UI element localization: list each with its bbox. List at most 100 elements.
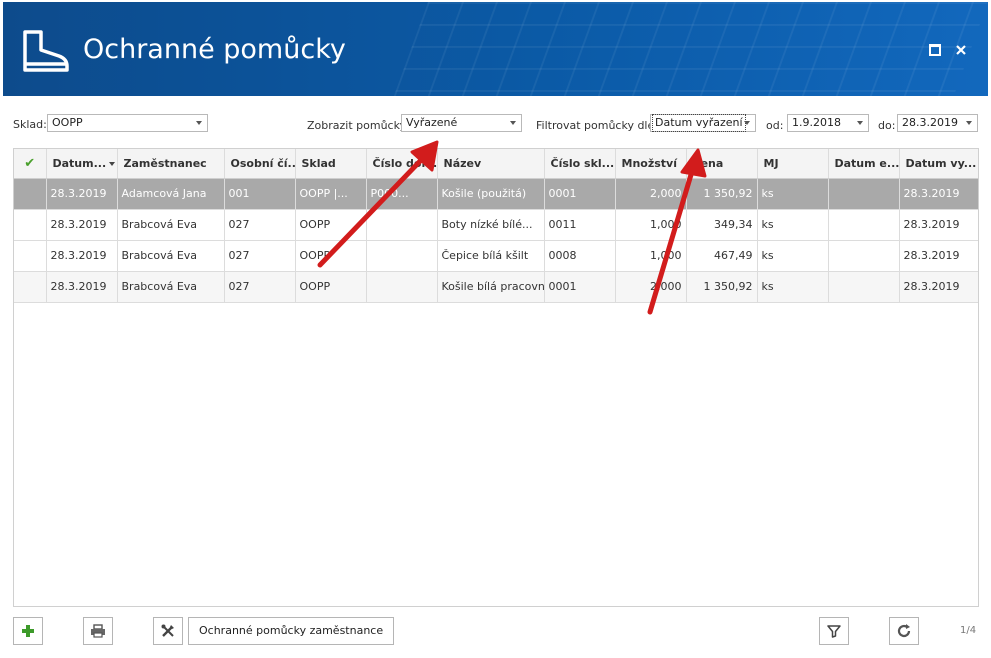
table-cell[interactable]: 1 350,92 [686,178,758,210]
table-row[interactable]: 28.3.2019 Adamcová Jana 001 OOPP |... P0… [14,178,978,210]
table-cell[interactable] [14,240,47,272]
table-cell[interactable]: Čepice bílá kšilt [437,240,545,272]
table-cell[interactable]: 027 [224,271,296,303]
table-cell[interactable]: 1,000 [615,209,687,241]
table-row[interactable]: 28.3.2019 Brabcová Eva 027 OOPP Čepice b… [14,240,978,272]
chevron-down-icon [510,121,516,125]
table-cell[interactable]: 28.3.2019 [46,240,118,272]
sklad-select[interactable]: OOPP [47,114,208,132]
print-button[interactable] [83,617,113,645]
table-cell[interactable]: 027 [224,209,296,241]
refresh-button[interactable] [889,617,919,645]
zobrazit-select[interactable]: Vyřazené [401,114,522,132]
table-cell[interactable]: OOPP [295,271,367,303]
table-cell[interactable]: OOPP [295,209,367,241]
col-cena[interactable]: Cena [686,149,758,179]
table-cell[interactable]: 0001 [544,271,616,303]
table-cell[interactable]: 001 [224,178,296,210]
table-cell[interactable]: OOPP |... [295,178,367,210]
col-osobni-cislo[interactable]: Osobní čí... [224,149,296,179]
table-cell[interactable]: 027 [224,240,296,272]
table-cell[interactable]: 28.3.2019 [899,271,978,303]
filtrovat-value: Datum vyřazení [652,114,746,132]
table-cell[interactable] [366,271,438,303]
table-cell[interactable]: ks [757,271,829,303]
table-row[interactable]: 28.3.2019 Brabcová Eva 027 OOPP Boty níz… [14,209,978,241]
col-check[interactable]: ✔ [14,149,47,179]
table-cell[interactable]: 28.3.2019 [899,240,978,272]
col-zamestnanec[interactable]: Zaměstnanec [117,149,225,179]
table-cell[interactable]: 28.3.2019 [899,178,978,210]
printer-icon [91,624,105,638]
table-cell[interactable] [828,178,900,210]
table-cell[interactable] [14,178,47,210]
table-cell[interactable]: 0011 [544,209,616,241]
table-cell[interactable]: 28.3.2019 [46,271,118,303]
table-cell[interactable]: ks [757,209,829,241]
col-cislo-skladove[interactable]: Číslo skl... [544,149,616,179]
chevron-down-icon [196,121,202,125]
table-cell[interactable]: 2,000 [615,178,687,210]
close-icon [956,45,966,55]
col-datum-evidence[interactable]: Datum e... [828,149,900,179]
table-cell[interactable] [828,240,900,272]
table-cell[interactable]: 1,000 [615,240,687,272]
table-cell[interactable]: Brabcová Eva [117,209,225,241]
table-cell[interactable]: 1 350,92 [686,271,758,303]
pomucky-grid[interactable]: ✔ Datum... Zaměstnanec Osobní čí... Skla… [13,148,979,607]
col-datum[interactable]: Datum... [46,149,118,179]
add-button[interactable] [13,617,43,645]
table-cell[interactable]: Boty nízké bílé... [437,209,545,241]
table-cell[interactable] [366,240,438,272]
table-cell[interactable]: Košile (použitá) [437,178,545,210]
table-cell[interactable]: 467,49 [686,240,758,272]
table-cell[interactable]: ks [757,178,829,210]
table-cell[interactable] [828,209,900,241]
do-value: 28.3.2019 [902,116,958,129]
table-cell[interactable]: 0008 [544,240,616,272]
zobrazit-label: Zobrazit pomůcky: [307,119,409,132]
table-cell[interactable]: P000... [366,178,438,210]
table-cell[interactable]: 28.3.2019 [899,209,978,241]
col-sklad[interactable]: Sklad [295,149,367,179]
check-icon: ✔ [24,155,36,171]
do-date-picker[interactable]: 28.3.2019 [897,114,978,132]
table-cell[interactable] [828,271,900,303]
filter-button[interactable] [819,617,849,645]
table-cell[interactable]: Košile bílá pracovní [437,271,545,303]
pager-indicator: 1/4 [960,625,977,636]
table-cell[interactable] [14,271,47,303]
tools-button[interactable] [153,617,183,645]
table-cell[interactable]: 0001 [544,178,616,210]
table-row[interactable]: 28.3.2019 Brabcová Eva 027 OOPP Košile b… [14,271,978,303]
filtrovat-select[interactable]: Datum vyřazení [650,114,756,132]
col-mj[interactable]: MJ [757,149,829,179]
table-cell[interactable]: OOPP [295,240,367,272]
col-cislo-dokladu[interactable]: Číslo dok... [366,149,438,179]
table-cell[interactable]: 349,34 [686,209,758,241]
window-header: Ochranné pomůcky [3,2,988,96]
table-cell[interactable]: ks [757,240,829,272]
pomucky-table: ✔ Datum... Zaměstnanec Osobní čí... Skla… [14,149,978,303]
header-pattern [393,2,988,96]
chevron-down-icon [966,121,972,125]
table-cell[interactable]: Brabcová Eva [117,240,225,272]
od-date-picker[interactable]: 1.9.2018 [787,114,869,132]
close-button[interactable] [953,42,969,58]
table-cell[interactable]: 28.3.2019 [46,209,118,241]
employee-pomucky-button[interactable]: Ochranné pomůcky zaměstnance [188,617,395,645]
col-nazev[interactable]: Název [437,149,545,179]
col-mnozstvi[interactable]: Množství [615,149,687,179]
filter-icon [827,625,841,638]
table-cell[interactable]: Brabcová Eva [117,271,225,303]
table-cell[interactable] [14,209,47,241]
table-cell[interactable]: Adamcová Jana [117,178,225,210]
chevron-down-icon [744,121,750,125]
table-cell[interactable]: 2,000 [615,271,687,303]
maximize-button[interactable] [927,42,943,58]
sklad-value: OOPP [52,116,83,129]
table-cell[interactable] [366,209,438,241]
col-datum-vyrazeni[interactable]: Datum vy... [899,149,978,179]
maximize-icon [929,44,941,56]
table-cell[interactable]: 28.3.2019 [46,178,118,210]
